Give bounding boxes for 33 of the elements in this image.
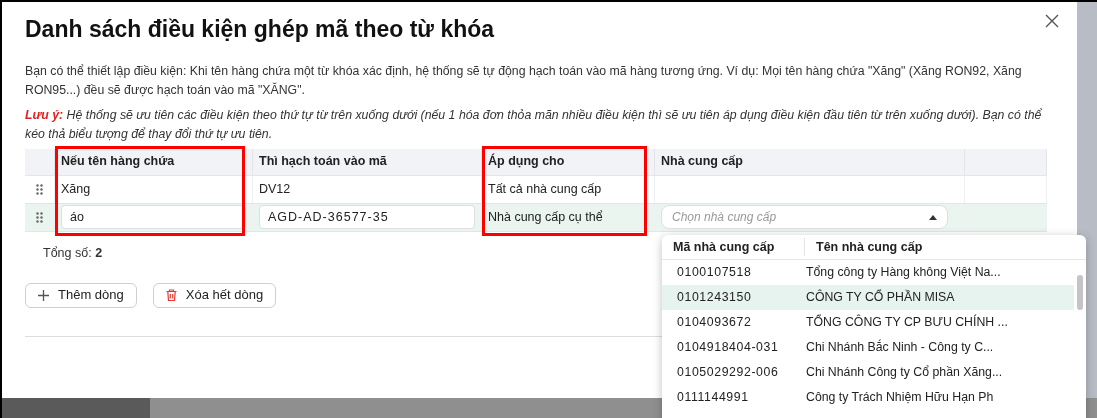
column-header: Nếu tên hàng chứa bbox=[61, 153, 175, 171]
add-row-button[interactable]: Thêm dòng bbox=[25, 282, 137, 308]
table-cell-text: Xăng bbox=[61, 180, 91, 198]
supplier-option[interactable]: 0104918404-031 Chi Nhánh Bắc Ninh - Công ty C... bbox=[662, 335, 1074, 360]
column-header: Mã nhà cung cấp bbox=[662, 237, 805, 257]
description-text: Bạn có thể thiết lập điều kiện: Khi tên hàng chứa một từ khóa xác định, hệ thống sẽ tự động hạch toán vào mã hàng tương ứng. Ví dụ: Mọi tên hàng chứa "Xăng" (Xăng RON92, Xăng RON95...) đều sẽ được hạch toán vào mã "XĂNG". bbox=[25, 62, 1023, 99]
input-field[interactable]: áo bbox=[61, 205, 246, 230]
scrollbar[interactable] bbox=[1077, 275, 1083, 310]
caret-icon bbox=[929, 214, 937, 220]
supplier-option[interactable]: 0100107518 Tổng công ty Hàng không Việt Na... bbox=[662, 260, 1074, 285]
clear-rows-button[interactable]: Xóa hết dòng bbox=[152, 282, 277, 308]
drag-handle-icon[interactable] bbox=[36, 183, 43, 195]
column-header: Áp dụng cho bbox=[488, 152, 565, 171]
plus-icon bbox=[38, 289, 49, 301]
column-header: Tên nhà cung cấp bbox=[815, 238, 923, 256]
table-cell-text: Nhà cung cấp cụ thể bbox=[488, 208, 603, 226]
table-cell-text: DV12 bbox=[259, 180, 291, 198]
table-cell-text: Tất cả nhà cung cấp bbox=[488, 180, 602, 198]
supplier-option[interactable]: 0111144991 Công ty Trách Nhiệm Hữu Hạn Ph bbox=[662, 385, 1074, 410]
total-count: Tổng số: 2 bbox=[43, 244, 103, 262]
input-field[interactable]: AGD-AD-36577-35 bbox=[259, 205, 475, 230]
column-header: Nhà cung cấp bbox=[661, 153, 743, 171]
dialog-title: Danh sách điều kiện ghép mã theo từ khóa bbox=[25, 16, 495, 44]
note-text: Lưu ý: Hệ thống sẽ ưu tiên các điều kiện theo thứ tự từ trên xuống dưới (nếu 1 hóa đơn thỏa mãn nhiều điều kiện thì sẽ ưu tiên áp dụng điều kiện đầu tiên từ trên xuống dưới). Bạn có thể kéo thả biểu tượng để thay đổi thứ tự ưu tiên. bbox=[25, 106, 1043, 143]
table-row[interactable]: áo AGD-AD-36577-35 Nhà cung cấp cụ thể Chọn nhà cung cấp bbox=[25, 203, 1047, 232]
trash-icon bbox=[165, 289, 177, 302]
supplier-option[interactable]: 0105029292-006 Chi Nhánh Công ty Cổ phần Xăng... bbox=[662, 360, 1074, 385]
supplier-option[interactable]: 0104093672 TỔNG CÔNG TY CP BƯU CHÍNH ... bbox=[662, 310, 1074, 335]
supplier-option[interactable]: 0101243150 CÔNG TY CỔ PHẦN MISA bbox=[662, 285, 1074, 310]
drag-handle-icon[interactable] bbox=[36, 211, 43, 223]
close-icon[interactable] bbox=[1045, 14, 1059, 28]
table-row[interactable]: Xăng DV12 Tất cả nhà cung cấp bbox=[25, 175, 1047, 204]
column-header: Thì hạch toán vào mã bbox=[259, 153, 387, 171]
